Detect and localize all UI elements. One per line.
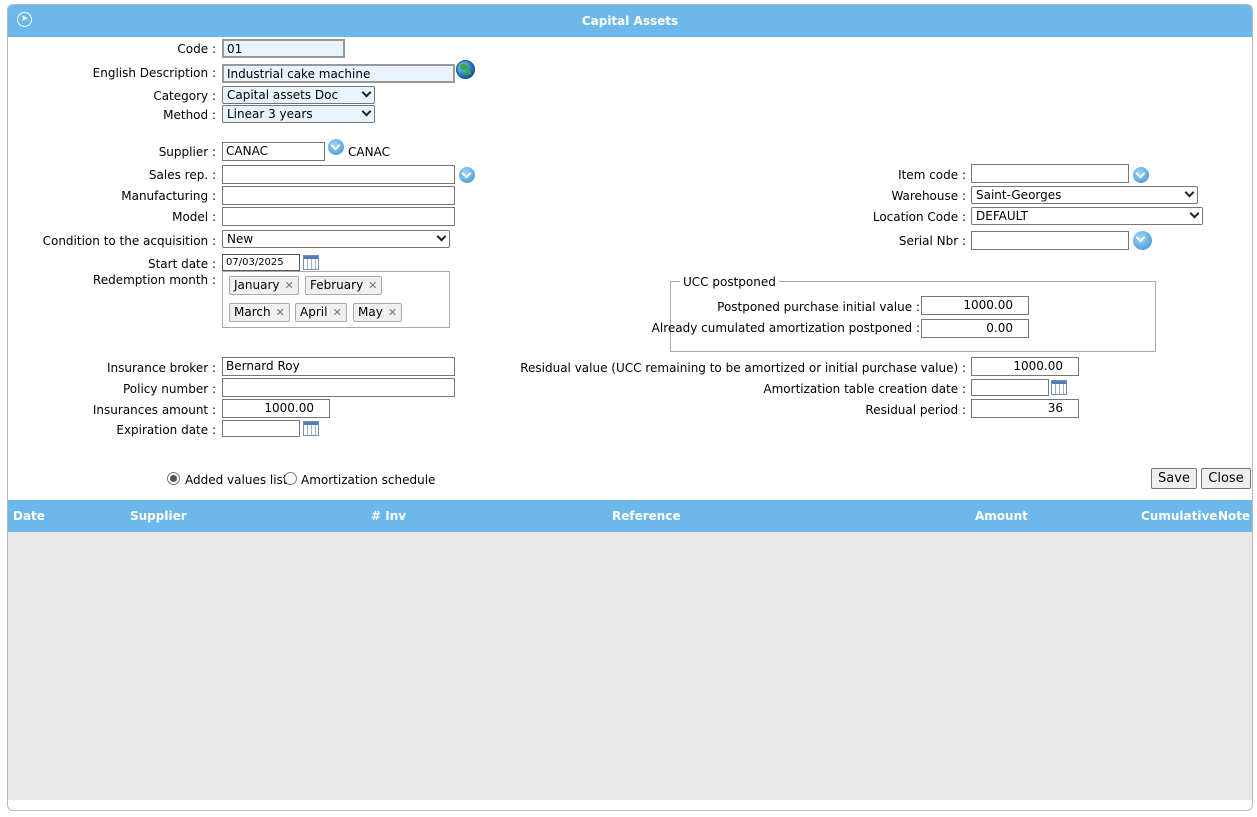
col-reference[interactable]: Reference [612, 509, 681, 523]
warehouse-select[interactable]: Saint-Georges [971, 186, 1198, 204]
insurance-broker-label: Insurance broker : [106, 361, 216, 375]
method-label: Method : [163, 108, 216, 122]
title-bar: ➤ Capital Assets [8, 5, 1252, 37]
col-cumulative[interactable]: Cumulative [1141, 509, 1217, 523]
item-code-dropdown-icon[interactable] [1133, 167, 1149, 183]
chip-march: March ✕ [229, 303, 290, 322]
model-label: Model : [172, 210, 216, 224]
redemption-month-label: Redemption month : [92, 273, 216, 287]
postponed-initial-label: Postponed purchase initial value : [717, 300, 920, 314]
category-label: Category : [153, 89, 216, 103]
remove-icon[interactable]: ✕ [388, 306, 397, 319]
close-button[interactable]: Close [1201, 468, 1251, 489]
warehouse-value: Saint-Georges [976, 188, 1062, 202]
policy-number-input[interactable] [222, 378, 455, 397]
globe-icon[interactable] [456, 60, 475, 79]
amortization-schedule-radio[interactable] [284, 472, 297, 485]
amortization-schedule-label: Amortization schedule [301, 473, 436, 487]
serial-nbr-input[interactable] [971, 231, 1129, 250]
chip-january: January ✕ [229, 276, 299, 295]
window-title: Capital Assets [581, 14, 679, 28]
supplier-name: CANAC [348, 145, 390, 159]
back-arrow-icon[interactable]: ➤ [17, 12, 32, 27]
chevron-down-icon [361, 106, 372, 117]
insurances-amount-input[interactable]: 1000.00 [222, 399, 330, 418]
condition-label: Condition to the acquisition : [42, 234, 216, 248]
amortization-table-date-input[interactable] [971, 379, 1049, 396]
item-code-label: Item code : [898, 168, 966, 182]
residual-value-label: Residual value (UCC remaining to be amor… [520, 361, 966, 375]
save-button[interactable]: Save [1151, 468, 1197, 489]
residual-period-input[interactable]: 36 [971, 399, 1079, 418]
cumulated-amortization-input[interactable]: 0.00 [921, 319, 1029, 338]
col-supplier[interactable]: Supplier [130, 509, 187, 523]
calendar-icon[interactable] [303, 421, 319, 436]
start-date-label: Start date : [147, 257, 216, 271]
location-code-select[interactable]: DEFAULT [971, 207, 1203, 225]
grid-body [8, 532, 1252, 800]
residual-value-input[interactable]: 1000.00 [971, 357, 1079, 376]
manufacturing-input[interactable] [222, 186, 455, 205]
chip-february: February ✕ [305, 276, 383, 295]
remove-icon[interactable]: ✕ [332, 306, 341, 319]
insurances-amount-label: Insurances amount : [92, 403, 216, 417]
remove-icon[interactable]: ✕ [285, 279, 294, 292]
remove-icon[interactable]: ✕ [276, 306, 285, 319]
added-values-radio[interactable] [167, 472, 180, 485]
condition-select[interactable]: New [222, 230, 450, 248]
col-date[interactable]: Date [13, 509, 45, 523]
condition-value: New [227, 232, 254, 246]
policy-number-label: Policy number : [122, 382, 216, 396]
chevron-down-icon [361, 87, 372, 98]
cumulated-amortization-label: Already cumulated amortization postponed… [651, 321, 920, 335]
supplier-dropdown-icon[interactable] [328, 139, 344, 155]
sales-rep-dropdown-icon[interactable] [459, 167, 475, 183]
supplier-input[interactable]: CANAC [222, 142, 325, 161]
remove-icon[interactable]: ✕ [368, 279, 377, 292]
added-values-label: Added values list [185, 473, 288, 487]
warehouse-label: Warehouse : [891, 189, 966, 203]
amortization-table-date-label: Amortization table creation date : [763, 382, 966, 396]
expiration-date-label: Expiration date : [116, 423, 216, 437]
chip-may: May ✕ [353, 303, 403, 322]
serial-nbr-dropdown-icon[interactable] [1133, 231, 1152, 250]
col-inv[interactable]: # Inv [371, 509, 406, 523]
sales-rep-label: Sales rep. : [148, 168, 216, 182]
code-input[interactable]: 01 [222, 39, 345, 58]
ucc-postponed-group [670, 281, 1156, 352]
col-amount[interactable]: Amount [975, 509, 1028, 523]
english-description-input[interactable]: Industrial cake machine [222, 64, 455, 83]
english-description-label: English Description : [92, 66, 216, 80]
code-label: Code : [177, 42, 216, 56]
chevron-down-icon [1184, 187, 1195, 198]
method-select[interactable]: Linear 3 years [222, 105, 375, 123]
calendar-icon[interactable] [303, 255, 319, 270]
postponed-initial-input[interactable]: 1000.00 [921, 296, 1029, 315]
chip-april: April ✕ [295, 303, 347, 322]
manufacturing-label: Manufacturing : [121, 189, 216, 203]
serial-nbr-label: Serial Nbr : [898, 234, 966, 248]
expiration-date-input[interactable] [222, 420, 300, 437]
model-input[interactable] [222, 207, 455, 226]
calendar-icon[interactable] [1051, 380, 1067, 395]
method-value: Linear 3 years [227, 107, 313, 121]
location-code-value: DEFAULT [976, 209, 1028, 223]
sales-rep-input[interactable] [222, 165, 455, 184]
residual-period-label: Residual period : [865, 403, 966, 417]
col-note[interactable]: Note [1218, 509, 1250, 523]
item-code-input[interactable] [971, 164, 1129, 183]
grid-header: Date Supplier # Inv Reference Amount Cum… [8, 500, 1252, 532]
chevron-down-icon [436, 231, 447, 242]
category-select[interactable]: Capital assets Doc [222, 86, 375, 104]
category-value: Capital assets Doc [227, 88, 339, 102]
location-code-label: Location Code : [872, 210, 966, 224]
capital-assets-window: ➤ Capital Assets Code : 01 English Descr… [7, 4, 1253, 811]
ucc-postponed-legend: UCC postponed [680, 275, 779, 289]
start-date-input[interactable]: 07/03/2025 [222, 254, 300, 271]
supplier-label: Supplier : [158, 145, 216, 159]
redemption-month-multiselect[interactable]: January ✕ February ✕ March ✕ April ✕ May ✕ [222, 271, 450, 328]
insurance-broker-input[interactable]: Bernard Roy [222, 357, 455, 376]
chevron-down-icon [1189, 208, 1200, 219]
